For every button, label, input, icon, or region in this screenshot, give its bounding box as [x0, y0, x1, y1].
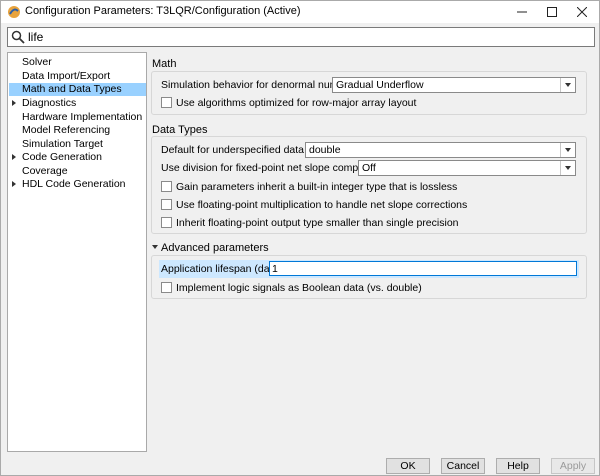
division-dropdown[interactable]: Off — [358, 160, 576, 176]
chevron-down-icon[interactable] — [560, 143, 575, 157]
tree-item-data-import-export[interactable]: Data Import/Export — [9, 70, 146, 83]
tree-item-label: HDL Code Generation — [22, 178, 126, 190]
tree-item-label: Code Generation — [22, 151, 102, 163]
close-button[interactable] — [567, 1, 597, 23]
lifespan-input[interactable] — [269, 261, 577, 276]
category-tree: Solver Data Import/Export Math and Data … — [7, 52, 147, 452]
search-input[interactable] — [28, 29, 588, 45]
row-major-label: Use algorithms optimized for row-major a… — [176, 97, 417, 109]
data-types-section-title: Data Types — [152, 124, 208, 136]
chevron-down-icon[interactable] — [560, 78, 575, 92]
tree-item-solver[interactable]: Solver — [9, 56, 146, 69]
tree-item-simulation-target[interactable]: Simulation Target — [9, 138, 146, 151]
tree-item-math-and-data-types[interactable]: Math and Data Types — [9, 83, 146, 96]
tree-item-model-referencing[interactable]: Model Referencing — [9, 124, 146, 137]
denormal-dropdown[interactable]: Gradual Underflow — [332, 77, 576, 93]
window-title: Configuration Parameters: T3LQR/Configur… — [25, 5, 301, 17]
search-bar — [7, 27, 595, 47]
ok-button[interactable]: OK — [386, 458, 430, 474]
underspecified-value: double — [309, 144, 341, 156]
underspecified-dropdown[interactable]: double — [305, 142, 576, 158]
denormal-value: Gradual Underflow — [336, 79, 424, 91]
maximize-icon — [547, 7, 557, 17]
button-bar: OK Cancel Help Apply — [1, 452, 599, 475]
tree-item-diagnostics[interactable]: Diagnostics — [9, 97, 146, 110]
logic-signals-label: Implement logic signals as Boolean data … — [176, 282, 422, 294]
tree-item-label: Math and Data Types — [22, 83, 122, 95]
close-icon — [577, 7, 587, 17]
logic-signals-checkbox[interactable] — [161, 282, 172, 293]
inherit-checkbox[interactable] — [161, 217, 172, 228]
tree-item-code-generation[interactable]: Code Generation — [9, 151, 146, 164]
collapse-arrow-icon[interactable] — [152, 245, 158, 249]
expand-arrow-icon[interactable] — [12, 181, 16, 187]
tree-item-hardware-implementation[interactable]: Hardware Implementation — [9, 111, 146, 124]
simulink-app-icon — [8, 6, 20, 18]
gain-checkbox[interactable] — [161, 181, 172, 192]
chevron-down-icon[interactable] — [560, 161, 575, 175]
advanced-section-title[interactable]: Advanced parameters — [161, 242, 269, 254]
minimize-button[interactable] — [507, 1, 537, 23]
gain-label: Gain parameters inherit a built-in integ… — [176, 181, 458, 193]
float-mult-checkbox[interactable] — [161, 199, 172, 210]
config-parameters-window: Configuration Parameters: T3LQR/Configur… — [0, 0, 600, 476]
expand-arrow-icon[interactable] — [12, 154, 16, 160]
help-button[interactable]: Help — [496, 458, 540, 474]
float-mult-label: Use floating-point multiplication to han… — [176, 199, 468, 211]
division-value: Off — [362, 162, 376, 174]
tree-item-label: Data Import/Export — [22, 70, 111, 82]
inherit-label: Inherit floating-point output type small… — [176, 217, 459, 229]
row-major-checkbox[interactable] — [161, 97, 172, 108]
maximize-button[interactable] — [537, 1, 567, 23]
search-icon — [11, 30, 25, 44]
tree-item-label: Solver — [22, 56, 52, 68]
tree-item-label: Model Referencing — [22, 124, 111, 136]
minimize-icon — [517, 11, 527, 13]
math-section-title: Math — [152, 58, 177, 70]
cancel-button[interactable]: Cancel — [441, 458, 485, 474]
expand-arrow-icon[interactable] — [12, 100, 16, 106]
tree-item-label: Diagnostics — [22, 97, 77, 109]
tree-item-coverage[interactable]: Coverage — [9, 165, 146, 178]
apply-button[interactable]: Apply — [551, 458, 595, 474]
title-bar: Configuration Parameters: T3LQR/Configur… — [1, 1, 599, 23]
tree-item-label: Hardware Implementation — [22, 111, 143, 123]
tree-item-label: Coverage — [22, 165, 68, 177]
tree-item-hdl-code-generation[interactable]: HDL Code Generation — [9, 178, 146, 191]
lifespan-label: Application lifespan (days): — [161, 263, 287, 275]
tree-item-label: Simulation Target — [22, 138, 103, 150]
